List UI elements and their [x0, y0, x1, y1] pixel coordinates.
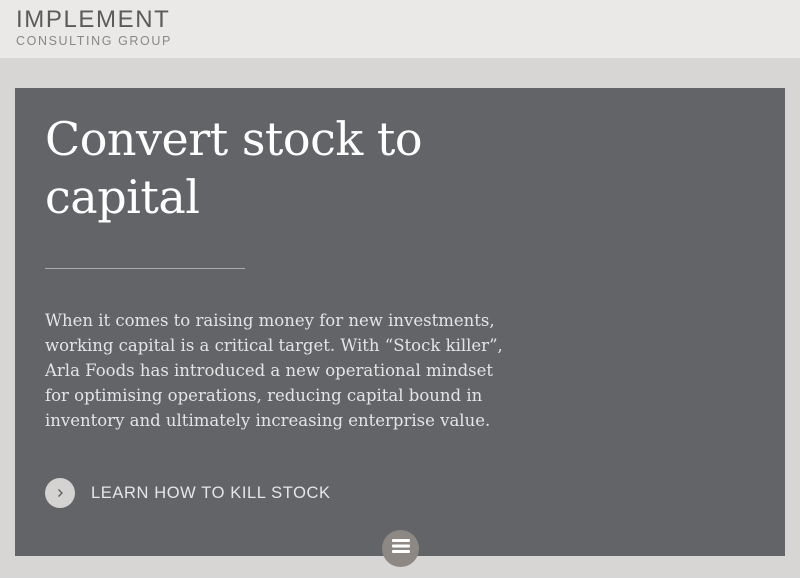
menu-button[interactable] — [382, 530, 419, 567]
hero-panel: Convert stock to capital When it comes t… — [15, 88, 785, 556]
logo[interactable]: IMPLEMENT CONSULTING GROUP — [16, 6, 172, 49]
hero-description: When it comes to raising money for new i… — [45, 311, 503, 430]
logo-wordmark: IMPLEMENT — [16, 6, 171, 33]
chevron-right-icon[interactable] — [45, 478, 75, 508]
site-header: IMPLEMENT CONSULTING GROUP — [0, 0, 800, 58]
hero-title: Convert stock to capital — [45, 112, 423, 224]
hamburger-menu-icon — [391, 539, 410, 558]
learn-more-label[interactable]: LEARN HOW TO KILL STOCK — [91, 484, 331, 503]
logo-tagline: CONSULTING GROUP — [16, 34, 172, 48]
divider — [45, 268, 245, 269]
learn-more-link[interactable]: LEARN HOW TO KILL STOCK — [45, 478, 331, 508]
